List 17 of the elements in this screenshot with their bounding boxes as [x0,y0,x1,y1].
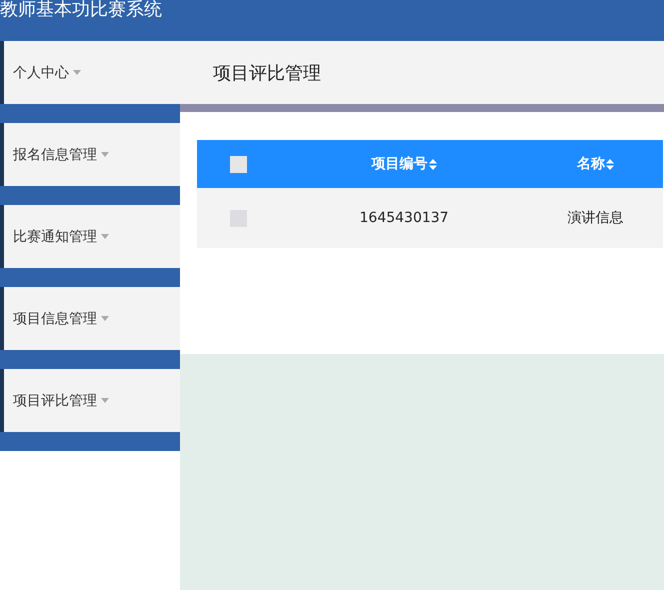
caret-icon [101,234,109,239]
caret-icon [101,398,109,403]
page-title: 项目评比管理 [180,41,664,104]
caret-icon [73,70,81,75]
table-cell: 1645430137 [360,210,449,226]
sidebar-item[interactable]: 个人中心 [0,41,180,104]
sort-icon[interactable] [428,158,437,170]
checkbox[interactable] [230,156,247,172]
sidebar-item[interactable]: 项目信息管理 [0,287,180,350]
caret-icon [101,152,109,157]
caret-icon [101,316,109,321]
sidebar-item[interactable]: 项目评比管理 [0,369,180,432]
table-cell: 演讲信息 [568,210,624,226]
sidebar-item[interactable]: 比赛通知管理 [0,205,180,268]
sort-icon[interactable] [606,158,614,170]
app-title: 教师基本功比赛系统 [0,0,162,20]
sidebar-item[interactable]: 报名信息管理 [0,123,180,186]
